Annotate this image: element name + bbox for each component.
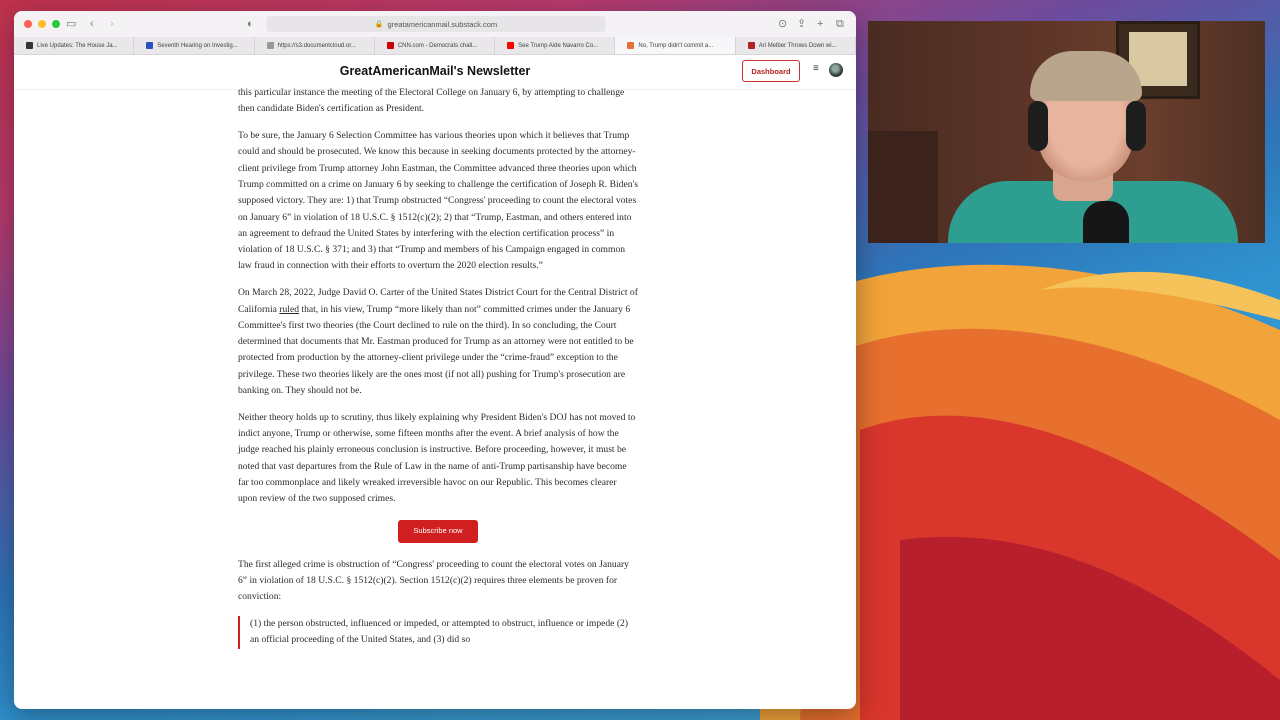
dashboard-button[interactable]: Dashboard	[742, 60, 800, 82]
article-paragraph: this particular instance the meeting of …	[238, 87, 625, 115]
address-bar[interactable]: 🔒 greatamericanmail.substack.com	[266, 16, 606, 32]
share-icon[interactable]: ⇪	[797, 16, 806, 32]
tab-favicon-icon	[266, 42, 274, 49]
tab[interactable]: CNN.com - Democrats chall...	[375, 37, 496, 54]
minimize-window-button[interactable]	[38, 20, 46, 28]
article-paragraph: Neither theory holds up to scrutiny, thu…	[238, 411, 636, 505]
downloads-icon[interactable]: ⊙	[778, 16, 787, 32]
tab[interactable]: See Trump Aide Navarro Co...	[495, 37, 616, 54]
webcam-overlay	[868, 21, 1265, 243]
subscribe-button[interactable]: Subscribe now	[398, 519, 478, 543]
tab-favicon-icon	[507, 42, 515, 49]
window-controls	[24, 20, 60, 28]
tab-favicon-icon	[627, 42, 635, 49]
tab-active[interactable]: No, Trump didn't commit a...	[615, 37, 736, 54]
tab-bar: Live Updates: The House Ja... Seventh He…	[14, 37, 856, 55]
article-body: this particular instance the meeting of …	[238, 85, 638, 649]
article-paragraph: On March 28, 2022, Judge David O. Carter…	[238, 287, 638, 397]
new-tab-icon[interactable]: +	[817, 16, 823, 32]
tab-overview-icon[interactable]: ⧉	[836, 16, 844, 32]
publication-title[interactable]: GreatAmericanMail's Newsletter	[14, 64, 856, 78]
blockquote: (1) the person obstructed, influenced or…	[238, 616, 638, 649]
menu-icon[interactable]: ≡	[813, 63, 819, 74]
tab-favicon-icon	[26, 42, 33, 49]
lock-icon: 🔒	[374, 21, 384, 28]
headphone-left-icon	[1028, 101, 1048, 151]
tab[interactable]: Live Updates: The House Ja...	[14, 37, 135, 54]
close-window-button[interactable]	[24, 20, 32, 28]
back-icon[interactable]: ‹	[90, 16, 94, 32]
tab-favicon-icon	[146, 42, 154, 49]
forward-icon[interactable]: ›	[110, 16, 114, 32]
tab-favicon-icon	[386, 42, 394, 49]
tab[interactable]: Ari Melber Throws Down wi...	[736, 37, 856, 54]
article-paragraph: The first alleged crime is obstruction o…	[238, 558, 629, 603]
headphone-right-icon	[1126, 101, 1146, 151]
microphone-icon	[1083, 201, 1129, 243]
ruled-link[interactable]: ruled	[279, 304, 299, 315]
privacy-shield-icon[interactable]: ◐	[247, 16, 254, 32]
zoom-window-button[interactable]	[52, 20, 60, 28]
tab-favicon-icon	[747, 42, 755, 49]
tab[interactable]: https://s3.documentcloud.or...	[255, 37, 375, 54]
article-paragraph: To be sure, the January 6 Selection Comm…	[238, 130, 638, 272]
sidebar-toggle-icon[interactable]: ▭	[66, 16, 76, 32]
browser-titlebar: ▭ ‹ › ◐ 🔒 greatamericanmail.substack.com…	[14, 11, 856, 37]
avatar[interactable]	[829, 63, 843, 77]
browser-window: ▭ ‹ › ◐ 🔒 greatamericanmail.substack.com…	[14, 11, 856, 709]
tab[interactable]: Seventh Hearing on Investig...	[134, 37, 255, 54]
url-text: greatamericanmail.substack.com	[387, 19, 498, 29]
background-shelf	[868, 131, 938, 243]
